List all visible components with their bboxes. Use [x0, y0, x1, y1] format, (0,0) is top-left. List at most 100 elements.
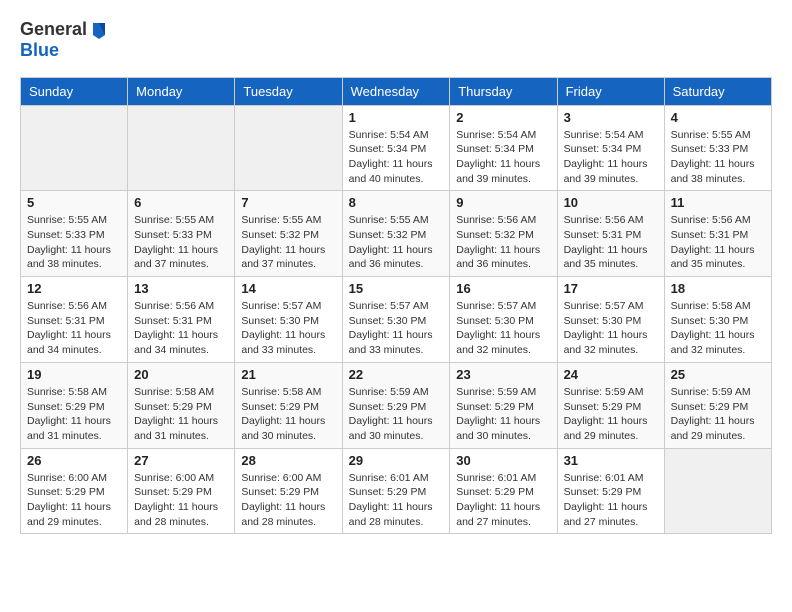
day-number: 1 [349, 110, 444, 125]
calendar-cell: 31 Sunrise: 6:01 AM Sunset: 5:29 PM Dayli… [557, 448, 664, 534]
day-header-saturday: Saturday [664, 77, 771, 105]
day-info: Sunrise: 5:55 AM Sunset: 5:32 PM Dayligh… [349, 213, 444, 272]
day-info: Sunrise: 5:58 AM Sunset: 5:29 PM Dayligh… [27, 385, 121, 444]
day-info: Sunrise: 5:54 AM Sunset: 5:34 PM Dayligh… [564, 128, 658, 187]
calendar-cell: 13 Sunrise: 5:56 AM Sunset: 5:31 PM Dayli… [128, 277, 235, 363]
day-info: Sunrise: 5:55 AM Sunset: 5:32 PM Dayligh… [241, 213, 335, 272]
calendar-cell: 9 Sunrise: 5:56 AM Sunset: 5:32 PM Daylig… [450, 191, 557, 277]
calendar-cell: 2 Sunrise: 5:54 AM Sunset: 5:34 PM Daylig… [450, 105, 557, 191]
day-number: 17 [564, 281, 658, 296]
calendar-cell: 20Sunrise: 5:58 AM Sunset: 5:29 PM Dayli… [128, 362, 235, 448]
day-info: Sunrise: 5:57 AM Sunset: 5:30 PM Dayligh… [456, 299, 550, 358]
calendar-cell: 25 Sunrise: 5:59 AM Sunset: 5:29 PM Dayli… [664, 362, 771, 448]
day-info: Sunrise: 5:56 AM Sunset: 5:32 PM Dayligh… [456, 213, 550, 272]
calendar-cell [235, 105, 342, 191]
day-number: 31 [564, 453, 658, 468]
day-info: Sunrise: 5:56 AM Sunset: 5:31 PM Dayligh… [134, 299, 228, 358]
day-info: Sunrise: 6:00 AM Sunset: 5:29 PM Dayligh… [241, 471, 335, 530]
day-number: 12 [27, 281, 121, 296]
day-info: Sunrise: 6:00 AM Sunset: 5:29 PM Dayligh… [27, 471, 121, 530]
day-number: 13 [134, 281, 228, 296]
calendar-cell: 12 Sunrise: 5:56 AM Sunset: 5:31 PM Dayli… [21, 277, 128, 363]
day-header-wednesday: Wednesday [342, 77, 450, 105]
calendar-cell: 10Sunrise: 5:56 AM Sunset: 5:31 PM Dayli… [557, 191, 664, 277]
week-row-3: 19Sunrise: 5:58 AM Sunset: 5:29 PM Dayli… [21, 362, 772, 448]
calendar-cell: 21 Sunrise: 5:58 AM Sunset: 5:29 PM Dayli… [235, 362, 342, 448]
day-info: Sunrise: 5:55 AM Sunset: 5:33 PM Dayligh… [27, 213, 121, 272]
day-header-tuesday: Tuesday [235, 77, 342, 105]
calendar-cell: 15Sunrise: 5:57 AM Sunset: 5:30 PM Dayli… [342, 277, 450, 363]
day-info: Sunrise: 5:54 AM Sunset: 5:34 PM Dayligh… [456, 128, 550, 187]
day-number: 4 [671, 110, 765, 125]
calendar-cell: 19Sunrise: 5:58 AM Sunset: 5:29 PM Dayli… [21, 362, 128, 448]
day-info: Sunrise: 6:00 AM Sunset: 5:29 PM Dayligh… [134, 471, 228, 530]
logo-blue: Blue [20, 40, 59, 60]
day-number: 7 [241, 195, 335, 210]
day-header-thursday: Thursday [450, 77, 557, 105]
day-info: Sunrise: 5:56 AM Sunset: 5:31 PM Dayligh… [671, 213, 765, 272]
day-info: Sunrise: 5:59 AM Sunset: 5:29 PM Dayligh… [564, 385, 658, 444]
day-number: 21 [241, 367, 335, 382]
header-row: SundayMondayTuesdayWednesdayThursdayFrid… [21, 77, 772, 105]
day-info: Sunrise: 6:01 AM Sunset: 5:29 PM Dayligh… [349, 471, 444, 530]
day-number: 27 [134, 453, 228, 468]
day-info: Sunrise: 5:59 AM Sunset: 5:29 PM Dayligh… [671, 385, 765, 444]
calendar-cell: 24 Sunrise: 5:59 AM Sunset: 5:29 PM Dayli… [557, 362, 664, 448]
calendar-cell: 17Sunrise: 5:57 AM Sunset: 5:30 PM Dayli… [557, 277, 664, 363]
week-row-2: 12 Sunrise: 5:56 AM Sunset: 5:31 PM Dayli… [21, 277, 772, 363]
day-number: 25 [671, 367, 765, 382]
logo-general: General [20, 19, 87, 39]
day-info: Sunrise: 5:58 AM Sunset: 5:29 PM Dayligh… [241, 385, 335, 444]
day-number: 8 [349, 195, 444, 210]
day-number: 9 [456, 195, 550, 210]
day-number: 30 [456, 453, 550, 468]
calendar-cell: 1 Sunrise: 5:54 AM Sunset: 5:34 PM Daylig… [342, 105, 450, 191]
day-info: Sunrise: 5:59 AM Sunset: 5:29 PM Dayligh… [456, 385, 550, 444]
calendar-cell: 8 Sunrise: 5:55 AM Sunset: 5:32 PM Daylig… [342, 191, 450, 277]
calendar-cell: 16Sunrise: 5:57 AM Sunset: 5:30 PM Dayli… [450, 277, 557, 363]
day-number: 23 [456, 367, 550, 382]
day-info: Sunrise: 5:54 AM Sunset: 5:34 PM Dayligh… [349, 128, 444, 187]
calendar-cell: 28 Sunrise: 6:00 AM Sunset: 5:29 PM Dayli… [235, 448, 342, 534]
calendar-cell: 22Sunrise: 5:59 AM Sunset: 5:29 PM Dayli… [342, 362, 450, 448]
day-number: 28 [241, 453, 335, 468]
day-number: 5 [27, 195, 121, 210]
day-number: 18 [671, 281, 765, 296]
day-info: Sunrise: 5:57 AM Sunset: 5:30 PM Dayligh… [241, 299, 335, 358]
calendar-cell: 18Sunrise: 5:58 AM Sunset: 5:30 PM Dayli… [664, 277, 771, 363]
day-number: 3 [564, 110, 658, 125]
day-number: 6 [134, 195, 228, 210]
day-number: 11 [671, 195, 765, 210]
day-number: 20 [134, 367, 228, 382]
calendar-cell: 29Sunrise: 6:01 AM Sunset: 5:29 PM Dayli… [342, 448, 450, 534]
day-info: Sunrise: 5:55 AM Sunset: 5:33 PM Dayligh… [134, 213, 228, 272]
header: General Blue [20, 20, 772, 61]
day-number: 2 [456, 110, 550, 125]
week-row-4: 26Sunrise: 6:00 AM Sunset: 5:29 PM Dayli… [21, 448, 772, 534]
week-row-0: 1 Sunrise: 5:54 AM Sunset: 5:34 PM Daylig… [21, 105, 772, 191]
calendar-cell: 11 Sunrise: 5:56 AM Sunset: 5:31 PM Dayli… [664, 191, 771, 277]
logo: General Blue [20, 20, 109, 61]
calendar-cell [664, 448, 771, 534]
day-header-monday: Monday [128, 77, 235, 105]
calendar-cell: 26Sunrise: 6:00 AM Sunset: 5:29 PM Dayli… [21, 448, 128, 534]
day-info: Sunrise: 5:56 AM Sunset: 5:31 PM Dayligh… [27, 299, 121, 358]
day-header-friday: Friday [557, 77, 664, 105]
day-info: Sunrise: 5:55 AM Sunset: 5:33 PM Dayligh… [671, 128, 765, 187]
week-row-1: 5 Sunrise: 5:55 AM Sunset: 5:33 PM Daylig… [21, 191, 772, 277]
calendar-cell [128, 105, 235, 191]
calendar-cell: 23 Sunrise: 5:59 AM Sunset: 5:29 PM Dayli… [450, 362, 557, 448]
calendar-cell: 7 Sunrise: 5:55 AM Sunset: 5:32 PM Daylig… [235, 191, 342, 277]
calendar-cell: 14 Sunrise: 5:57 AM Sunset: 5:30 PM Dayli… [235, 277, 342, 363]
day-number: 14 [241, 281, 335, 296]
calendar-cell: 4 Sunrise: 5:55 AM Sunset: 5:33 PM Daylig… [664, 105, 771, 191]
calendar-cell: 27 Sunrise: 6:00 AM Sunset: 5:29 PM Dayli… [128, 448, 235, 534]
calendar-cell [21, 105, 128, 191]
day-number: 24 [564, 367, 658, 382]
calendar-cell: 5 Sunrise: 5:55 AM Sunset: 5:33 PM Daylig… [21, 191, 128, 277]
day-info: Sunrise: 6:01 AM Sunset: 5:29 PM Dayligh… [564, 471, 658, 530]
calendar-cell: 3 Sunrise: 5:54 AM Sunset: 5:34 PM Daylig… [557, 105, 664, 191]
logo-text: General Blue [20, 20, 109, 61]
calendar: SundayMondayTuesdayWednesdayThursdayFrid… [20, 77, 772, 535]
day-info: Sunrise: 6:01 AM Sunset: 5:29 PM Dayligh… [456, 471, 550, 530]
